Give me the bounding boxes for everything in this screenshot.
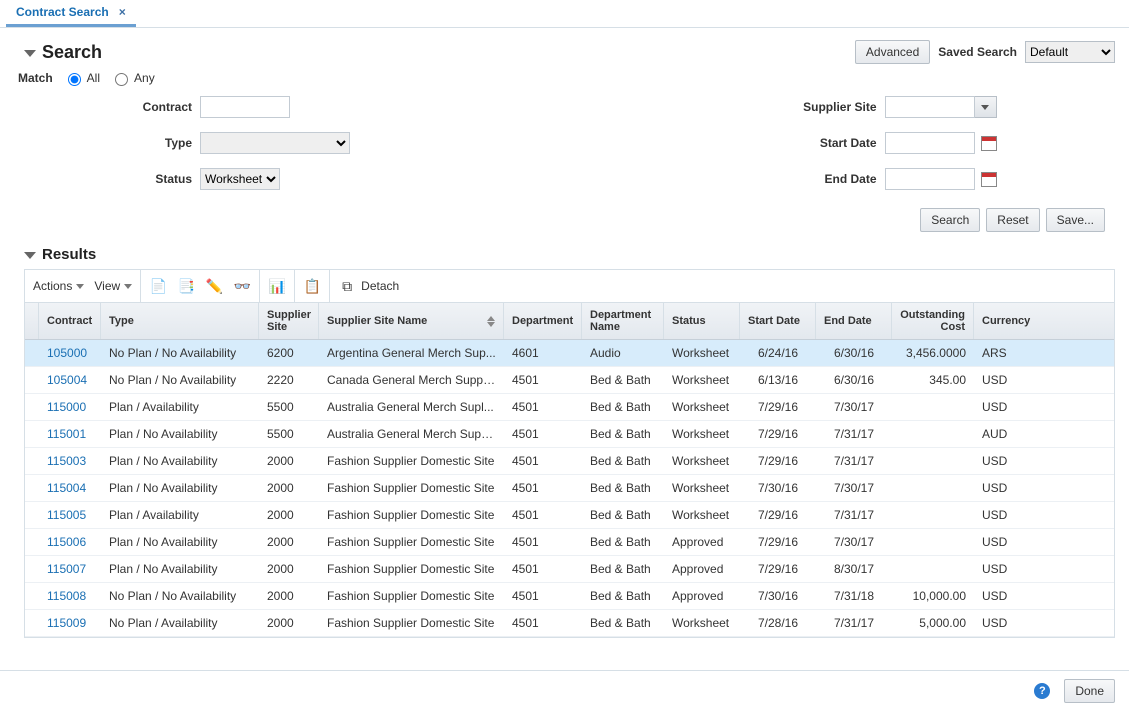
status-label: Status: [24, 172, 200, 186]
contract-link[interactable]: 115004: [39, 481, 101, 495]
match-label: Match: [18, 71, 53, 85]
contract-link[interactable]: 115003: [39, 454, 101, 468]
view-icon[interactable]: 👓: [233, 277, 251, 295]
tab-label: Contract Search: [16, 5, 109, 19]
results-toolbar: Actions View 📄 📑 ✏️ 👓 📊 📋 ⧉ Detach: [24, 269, 1115, 303]
chevron-down-icon: [76, 284, 84, 289]
col-outstanding-cost[interactable]: Outstanding Cost: [892, 303, 974, 339]
col-department[interactable]: Department: [504, 303, 582, 339]
contract-link[interactable]: 115007: [39, 562, 101, 576]
calendar-icon[interactable]: [981, 172, 997, 187]
content-scroll[interactable]: Search Advanced Saved Search Default Mat…: [0, 28, 1129, 670]
saved-search-label: Saved Search: [938, 45, 1017, 59]
col-status[interactable]: Status: [664, 303, 740, 339]
table-row[interactable]: 115008No Plan / No Availability2000Fashi…: [25, 583, 1114, 610]
match-all-radio[interactable]: All: [63, 70, 100, 86]
table-row[interactable]: 115006Plan / No Availability2000Fashion …: [25, 529, 1114, 556]
wrap-icon[interactable]: 📋: [303, 277, 321, 295]
table-row[interactable]: 105000No Plan / No Availability6200Argen…: [25, 340, 1114, 367]
save-button[interactable]: Save...: [1046, 208, 1105, 232]
create-from-existing-icon[interactable]: 📑: [177, 277, 195, 295]
col-type[interactable]: Type: [101, 303, 259, 339]
match-any-radio[interactable]: Any: [110, 70, 155, 86]
calendar-icon[interactable]: [981, 136, 997, 151]
search-heading: Search: [42, 42, 102, 63]
saved-search-select[interactable]: Default: [1025, 41, 1115, 63]
col-supplier-site-name[interactable]: Supplier Site Name: [319, 303, 504, 339]
table-row[interactable]: 115005Plan / Availability2000Fashion Sup…: [25, 502, 1114, 529]
table-row[interactable]: 115007Plan / No Availability2000Fashion …: [25, 556, 1114, 583]
type-label: Type: [24, 136, 200, 150]
advanced-button[interactable]: Advanced: [855, 40, 930, 64]
contract-link[interactable]: 115000: [39, 400, 101, 414]
chevron-down-icon: [124, 284, 132, 289]
contract-label: Contract: [24, 100, 200, 114]
start-date-input[interactable]: [885, 132, 975, 154]
search-button[interactable]: Search: [920, 208, 980, 232]
col-contract[interactable]: Contract: [39, 303, 101, 339]
done-button[interactable]: Done: [1064, 679, 1115, 703]
contract-link[interactable]: 115006: [39, 535, 101, 549]
col-supplier-site[interactable]: Supplier Site: [259, 303, 319, 339]
supplier-site-label: Supplier Site: [585, 100, 885, 114]
contract-link[interactable]: 115008: [39, 589, 101, 603]
tab-bar: Contract Search ×: [0, 0, 1129, 28]
detach-button[interactable]: ⧉ Detach: [338, 277, 399, 295]
table-row[interactable]: 115004Plan / No Availability2000Fashion …: [25, 475, 1114, 502]
col-start-date[interactable]: Start Date: [740, 303, 816, 339]
contract-input[interactable]: [200, 96, 290, 118]
grid-header: Contract Type Supplier Site Supplier Sit…: [25, 303, 1114, 340]
table-row[interactable]: 115001Plan / No Availability5500Australi…: [25, 421, 1114, 448]
disclose-icon[interactable]: [24, 252, 36, 259]
contract-link[interactable]: 115009: [39, 616, 101, 630]
supplier-site-lov-button[interactable]: [975, 96, 997, 118]
reset-button[interactable]: Reset: [986, 208, 1039, 232]
results-heading: Results: [24, 246, 1115, 263]
disclose-icon[interactable]: [24, 50, 36, 57]
actions-menu[interactable]: Actions: [33, 279, 84, 293]
create-icon[interactable]: 📄: [149, 277, 167, 295]
table-row[interactable]: 115003Plan / No Availability2000Fashion …: [25, 448, 1114, 475]
contract-link[interactable]: 105000: [39, 346, 101, 360]
table-row[interactable]: 115009No Plan / Availability2000Fashion …: [25, 610, 1114, 637]
col-currency[interactable]: Currency: [974, 303, 1040, 339]
table-row[interactable]: 115000Plan / Availability5500Australia G…: [25, 394, 1114, 421]
view-menu[interactable]: View: [94, 279, 132, 293]
page-footer: ? Done: [0, 670, 1129, 710]
end-date-label: End Date: [585, 172, 885, 186]
results-grid: Contract Type Supplier Site Supplier Sit…: [24, 303, 1115, 638]
col-end-date[interactable]: End Date: [816, 303, 892, 339]
detach-icon: ⧉: [338, 277, 356, 295]
close-icon[interactable]: ×: [119, 5, 126, 19]
type-select[interactable]: [200, 132, 350, 154]
table-row[interactable]: 105004No Plan / No Availability2220Canad…: [25, 367, 1114, 394]
col-department-name[interactable]: Department Name: [582, 303, 664, 339]
status-select[interactable]: Worksheet: [200, 168, 280, 190]
end-date-input[interactable]: [885, 168, 975, 190]
edit-icon[interactable]: ✏️: [205, 277, 223, 295]
help-icon[interactable]: ?: [1034, 683, 1050, 699]
contract-link[interactable]: 105004: [39, 373, 101, 387]
contract-link[interactable]: 115001: [39, 427, 101, 441]
start-date-label: Start Date: [585, 136, 885, 150]
chevron-down-icon: [981, 105, 989, 110]
supplier-site-input[interactable]: [885, 96, 975, 118]
contract-link[interactable]: 115005: [39, 508, 101, 522]
export-icon[interactable]: 📊: [268, 277, 286, 295]
tab-contract-search[interactable]: Contract Search ×: [6, 0, 136, 27]
